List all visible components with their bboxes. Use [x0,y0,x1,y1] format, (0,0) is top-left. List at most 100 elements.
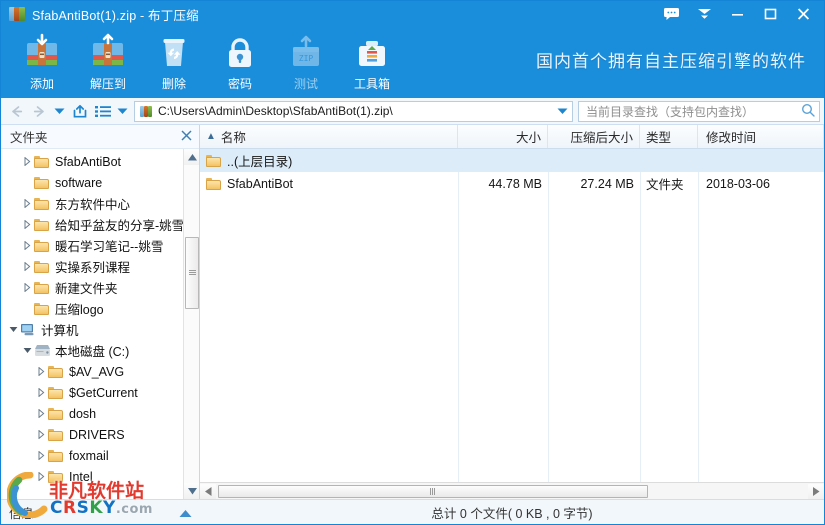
search-icon[interactable] [801,103,815,120]
view-mode-dropdown-button[interactable] [114,100,131,123]
toolbar-label: 工具箱 [353,77,390,91]
view-mode-button[interactable] [91,100,114,123]
sidebar-scroll-thumb[interactable] [185,237,199,309]
triangle-up-icon[interactable] [179,507,192,521]
close-button[interactable] [787,1,820,27]
file-rows-container[interactable]: ..(上层目录) SfabAntiBot 44.78 MB 27.24 MB 文件夹 20… [200,149,824,482]
hscroll-track[interactable] [216,484,808,499]
hscroll-thumb[interactable] [218,484,648,498]
status-info: 信息 [1,503,200,522]
tree-item[interactable]: 给知乎盆友的分享-姚雪 [1,214,183,235]
expander-closed-icon[interactable] [35,430,48,439]
toolbar-button-add[interactable]: 添加 [9,29,75,95]
cell-csize: 27.24 MB [548,172,640,195]
address-text: C:\Users\Admin\Desktop\SfabAntiBot(1).zi… [158,104,393,118]
tree-item-label: 本地磁盘 (C:) [55,345,130,359]
title-bar: SfabAntiBot(1).zip - 布丁压缩 [1,1,824,27]
toolbar-button-toolbox[interactable]: 工具箱 [339,29,405,95]
triangle-right-icon[interactable] [808,483,824,499]
sidebar-header: 文件夹 [1,125,199,149]
window-controls [655,1,820,27]
expander-closed-icon[interactable] [21,157,34,166]
expander-closed-icon[interactable] [35,367,48,376]
column-label: 类型 [646,131,672,145]
tree-item[interactable]: SfabAntiBot [1,151,183,172]
expander-closed-icon[interactable] [35,472,48,481]
toolbar-label: 添加 [29,77,54,91]
toolbar-button-password[interactable]: 密码 [207,29,273,95]
toolbar-button-test[interactable]: ZIP 测试 [273,29,339,95]
sidebar-scrollbar[interactable] [183,149,199,499]
search-box[interactable]: 当前目录查找（支持包内查找） [578,100,820,122]
column-label: 压缩后大小 [570,131,633,145]
folder-up-icon [206,154,221,167]
table-row[interactable]: SfabAntiBot 44.78 MB 27.24 MB 文件夹 2018-03-06 [200,172,824,195]
chevron-down-icon[interactable] [554,104,570,118]
column-header-type[interactable]: 类型 [640,125,698,148]
column-header-name[interactable]: ▲ 名称 [200,125,458,148]
window-title: SfabAntiBot(1).zip - 布丁压缩 [32,8,199,23]
expander-closed-icon[interactable] [21,262,34,271]
history-dropdown-button[interactable] [51,100,68,123]
folder-tree[interactable]: SfabAntiBot software 东方软件中心 给知乎盆友的分享-姚雪 暖石学习… [1,149,183,499]
search-input[interactable]: 当前目录查找（支持包内查找） [586,103,801,120]
back-button[interactable] [5,100,28,123]
minimize-button[interactable] [721,1,754,27]
column-headers: ▲ 名称 大小 压缩后大小 类型 修改时间 [200,125,824,149]
expander-closed-icon[interactable] [21,241,34,250]
expander-closed-icon[interactable] [21,199,34,208]
maximize-button[interactable] [754,1,787,27]
column-label: 大小 [515,131,541,145]
horizontal-scrollbar[interactable] [200,482,824,499]
tree-item[interactable]: 新建文件夹 [1,277,183,298]
folder-icon [48,407,65,420]
tree-item[interactable]: $AV_AVG [1,361,183,382]
arrow-up-icon: ▲ [206,131,216,142]
cell-type: 文件夹 [640,172,698,195]
tree-item[interactable]: dosh [1,403,183,424]
tree-item[interactable]: 实操系列课程 [1,256,183,277]
column-header-compressed-size[interactable]: 压缩后大小 [548,125,640,148]
tree-item[interactable]: 东方软件中心 [1,193,183,214]
tree-item[interactable]: 计算机 [1,319,183,340]
cell-size: 44.78 MB [458,172,548,195]
expander-closed-icon[interactable] [35,451,48,460]
up-directory-button[interactable] [68,100,91,123]
triangle-left-icon[interactable] [200,483,216,499]
expander-closed-icon[interactable] [21,283,34,292]
tree-item[interactable]: DRIVERS [1,424,183,445]
cell-type [640,149,698,172]
expander-closed-icon[interactable] [21,220,34,229]
folder-icon [34,176,51,189]
tree-item-label: 计算机 [41,324,79,338]
tree-item[interactable]: 压缩logo [1,298,183,319]
tree-item[interactable]: 本地磁盘 (C:) [1,340,183,361]
tree-item-label: Intel [69,469,93,484]
collapse-button[interactable] [688,1,721,27]
tree-item[interactable]: software [1,172,183,193]
tree-item[interactable]: $GetCurrent [1,382,183,403]
triangle-down-icon[interactable] [184,483,199,499]
address-bar[interactable]: C:\Users\Admin\Desktop\SfabAntiBot(1).zi… [134,100,573,122]
expander-open-icon[interactable] [7,326,20,333]
cell-text: 44.78 MB [488,176,542,191]
toolbar-button-extract[interactable]: 解压到 [75,29,141,95]
folder-icon [206,177,221,190]
toolbar-button-delete[interactable]: 删除 [141,29,207,95]
column-header-size[interactable]: 大小 [458,125,548,148]
forward-button[interactable] [28,100,51,123]
tree-item[interactable]: 暖石学习笔记--姚雪 [1,235,183,256]
triangle-up-icon[interactable] [184,149,199,165]
tree-item[interactable]: Intel [1,466,183,487]
expander-closed-icon[interactable] [35,388,48,397]
close-icon[interactable] [179,129,193,144]
feedback-button[interactable] [655,1,688,27]
column-header-modified[interactable]: 修改时间 [698,125,824,148]
toolbar-label: 测试 [293,77,318,91]
folder-icon [48,365,65,378]
table-row[interactable]: ..(上层目录) [200,149,824,172]
tree-item[interactable]: foxmail [1,445,183,466]
expander-closed-icon[interactable] [35,409,48,418]
expander-open-icon[interactable] [21,347,34,354]
tree-item-label: 实操系列课程 [55,261,131,275]
